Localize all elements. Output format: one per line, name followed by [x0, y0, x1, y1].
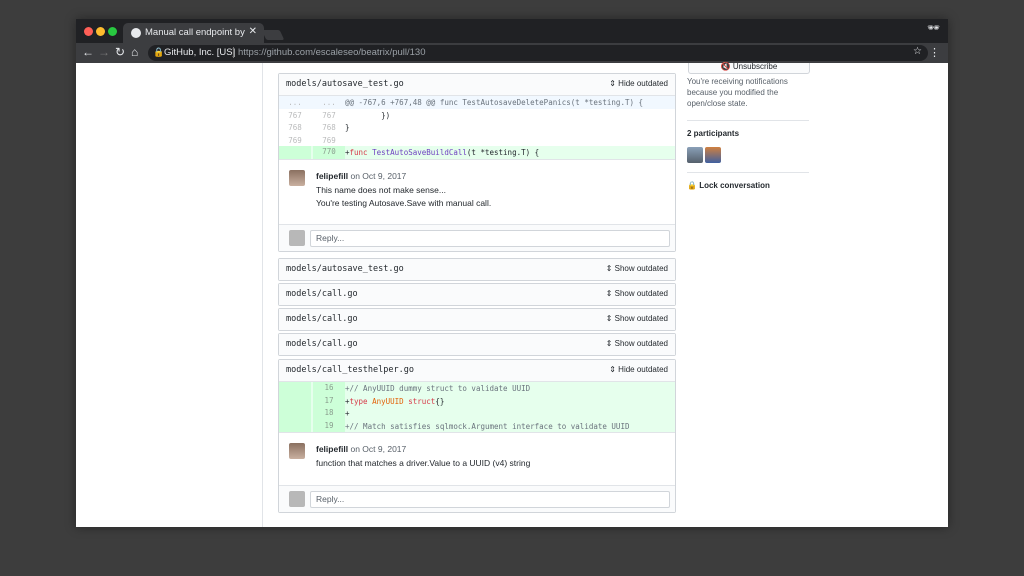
unfold-icon: ⇕ — [605, 264, 615, 273]
lock-conversation-link[interactable]: 🔒 Lock conversation — [687, 181, 770, 192]
file-header: models/autosave_test.go ⇕ Show outdated — [279, 259, 675, 280]
new-tab-button[interactable] — [261, 30, 285, 40]
unfold-icon: ⇕ — [605, 339, 615, 348]
comment-author[interactable]: felipefill — [316, 444, 348, 454]
diff-line-added: 19 +// Match satisfies sqlmock.Argument i… — [279, 419, 675, 432]
review-comment: felipefill on Oct 9, 2017 This name does… — [279, 158, 675, 224]
diff-line-added: 16 +// AnyUUID dummy struct to validate U… — [279, 382, 675, 395]
title-bar: Manual call endpoint by rfipa… ✕ 🕶 — [76, 19, 948, 43]
unfold-icon: ⇕ — [605, 289, 615, 298]
back-icon[interactable]: ← — [82, 45, 94, 59]
sidebar-divider — [687, 120, 809, 121]
file-header: models/autosave_test.go ⇕ Hide outdated — [279, 74, 675, 96]
comment-body-line: This name does not make sense... — [316, 184, 446, 195]
browser-tab[interactable]: Manual call endpoint by rfipa… ✕ — [123, 23, 264, 43]
show-outdated-toggle[interactable]: ⇕ Show outdated — [606, 314, 668, 323]
diff-line: 768 768} — [288, 123, 350, 132]
avatar[interactable] — [289, 169, 305, 186]
comment-body-line: You're testing Autosave.Save with manual… — [316, 197, 492, 208]
file-diff-collapsed: models/call.go ⇕ Show outdated — [278, 308, 676, 331]
participant-avatar[interactable] — [705, 147, 721, 163]
file-name[interactable]: models/call.go — [286, 289, 358, 299]
comment-body-line: function that matches a driver.Value to … — [316, 458, 531, 468]
reply-box: Reply... — [279, 223, 675, 251]
avatar — [289, 491, 305, 507]
comment-author-line: felipefill on Oct 9, 2017 — [316, 444, 406, 454]
show-outdated-toggle[interactable]: ⇕ Show outdated — [606, 339, 668, 348]
incognito-icon: 🕶 — [927, 23, 940, 34]
file-header: models/call.go ⇕ Show outdated — [279, 284, 675, 305]
file-diff-collapsed: models/autosave_test.go ⇕ Show outdated — [278, 258, 676, 281]
browser-toolbar: ← → ↻ ⌂ 🔒 GitHub, Inc. [US] https://gith… — [76, 43, 948, 63]
file-header: models/call.go ⇕ Show outdated — [279, 309, 675, 330]
file-name[interactable]: models/call_testhelper.go — [286, 365, 414, 375]
diff-line-added: 17 +type AnyUUID struct{} — [279, 394, 675, 407]
browser-window: Manual call endpoint by rfipa… ✕ 🕶 ← → ↻… — [76, 19, 948, 527]
diff-line-added: 18 + — [279, 407, 675, 420]
comment-date[interactable]: on Oct 9, 2017 — [348, 171, 406, 181]
minimize-window-button[interactable] — [96, 27, 105, 36]
page-content: models/autosave_test.go ⇕ Hide outdated … — [76, 63, 948, 527]
file-header: models/call_testhelper.go ⇕ Hide outdate… — [279, 360, 675, 382]
zoom-window-button[interactable] — [108, 27, 117, 36]
omnibox-divider — [233, 47, 234, 58]
lock-icon: 🔒 — [687, 181, 700, 190]
site-identity: GitHub, Inc. [US] — [164, 47, 236, 58]
diff-line: 769 769 — [288, 135, 336, 145]
reload-icon[interactable]: ↻ — [115, 45, 125, 59]
comment-author-line: felipefill on Oct 9, 2017 — [316, 171, 406, 181]
diff-line-added: 770 +func TestAutoSaveBuildCall(t *testin… — [279, 146, 675, 159]
show-outdated-toggle[interactable]: ⇕ Show outdated — [606, 264, 668, 273]
url-text: https://github.com/escaleseo/beatrix/pul… — [238, 47, 426, 58]
file-diff-collapsed: models/call.go ⇕ Show outdated — [278, 283, 676, 306]
notification-reason: because you modified the — [687, 88, 779, 97]
unsubscribe-button[interactable]: 🔇 Unsubscribe — [688, 63, 810, 74]
home-icon[interactable]: ⌂ — [131, 45, 138, 59]
tab-title: Manual call endpoint by rfipa… — [145, 27, 245, 38]
file-diff-collapsed: models/call.go ⇕ Show outdated — [278, 333, 676, 356]
tab-close-icon[interactable]: ✕ — [249, 26, 257, 37]
file-diff: models/call_testhelper.go ⇕ Hide outdate… — [278, 359, 676, 513]
file-name[interactable]: models/autosave_test.go — [286, 79, 404, 89]
reply-input[interactable]: Reply... — [310, 491, 670, 508]
lock-icon: 🔒 — [153, 47, 165, 57]
unfold-icon: ⇕ — [609, 365, 619, 374]
close-window-button[interactable] — [84, 27, 93, 36]
forward-icon[interactable]: → — [98, 45, 110, 59]
review-comment: felipefill on Oct 9, 2017 function that … — [279, 432, 675, 485]
reply-box: Reply... — [279, 485, 675, 512]
file-diff: models/autosave_test.go ⇕ Hide outdated … — [278, 73, 676, 252]
avatar — [289, 229, 305, 246]
sidebar-divider — [687, 172, 809, 173]
file-header: models/call.go ⇕ Show outdated — [279, 334, 675, 355]
file-name[interactable]: models/call.go — [286, 314, 358, 324]
hide-outdated-toggle[interactable]: ⇕ Hide outdated — [609, 365, 668, 374]
comment-author[interactable]: felipefill — [316, 171, 348, 181]
show-outdated-toggle[interactable]: ⇕ Show outdated — [606, 289, 668, 298]
diff-line: 767 767 }) — [288, 110, 391, 120]
github-icon — [131, 28, 141, 38]
unfold-icon: ⇕ — [605, 314, 615, 323]
notification-reason: open/close state. — [687, 99, 748, 108]
comment-date[interactable]: on Oct 9, 2017 — [348, 444, 406, 454]
participants-heading: 2 participants — [687, 129, 740, 138]
hide-outdated-toggle[interactable]: ⇕ Hide outdated — [609, 79, 668, 88]
file-name[interactable]: models/autosave_test.go — [286, 264, 404, 274]
participant-avatar[interactable] — [687, 147, 703, 163]
layout-divider — [262, 63, 263, 527]
notification-reason: You're receiving notifications — [687, 77, 788, 86]
reply-input[interactable]: Reply... — [310, 229, 670, 247]
diff-line: ...... @@ -767,6 +767,48 @@ func TestAuto… — [279, 96, 675, 109]
avatar[interactable] — [289, 443, 305, 459]
bookmark-star-icon[interactable]: ☆ — [913, 46, 922, 57]
address-bar[interactable]: 🔒 GitHub, Inc. [US] https://github.com/e… — [148, 45, 928, 61]
unfold-icon: ⇕ — [609, 79, 619, 88]
menu-icon[interactable]: ⋮ — [929, 46, 940, 59]
file-name[interactable]: models/call.go — [286, 339, 358, 349]
